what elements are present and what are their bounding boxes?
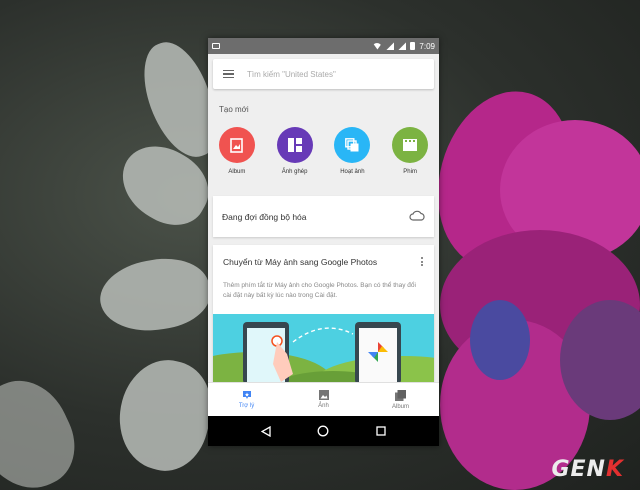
system-navigation-bar (208, 416, 439, 446)
create-label: Hoạt ảnh (340, 169, 365, 175)
status-bar: 7:09 (208, 38, 439, 54)
more-options-icon[interactable] (420, 257, 424, 266)
illustration (213, 314, 434, 382)
phone-screen: 7:09 Tạo mới Album Ảnh ghép Hoạt ảnh (208, 38, 439, 446)
create-label: Phim (403, 169, 417, 175)
nav-label: Album (391, 403, 409, 410)
notification-icon (212, 43, 220, 49)
signal-icon (398, 42, 407, 50)
create-album-button[interactable]: Album (208, 127, 266, 175)
album-stack-icon (395, 389, 406, 401)
signal-icon (386, 42, 395, 50)
home-icon[interactable] (317, 425, 329, 437)
album-icon (218, 127, 255, 163)
camera-shortcut-card[interactable]: Chuyển từ Máy ảnh sang Google Photos Thê… (213, 245, 434, 382)
leaf-shape (94, 250, 216, 340)
sync-status-card[interactable]: Đang đợi đồng bộ hóa (213, 196, 434, 237)
recents-icon[interactable] (376, 426, 386, 436)
battery-icon (410, 42, 416, 50)
clock: 7:09 (419, 41, 435, 51)
sync-status-text: Đang đợi đồng bộ hóa (222, 211, 307, 222)
movie-icon (392, 127, 429, 163)
flower-petal (470, 300, 530, 380)
create-animation-button[interactable]: Hoạt ảnh (324, 127, 382, 175)
watermark-text: GEN (551, 457, 606, 482)
wifi-icon (372, 42, 383, 50)
collage-icon (276, 127, 313, 163)
card-title: Chuyển từ Máy ảnh sang Google Photos (223, 257, 378, 267)
search-bar[interactable] (213, 59, 434, 89)
create-section-title: Tạo mới (219, 105, 249, 114)
create-movie-button[interactable]: Phim (381, 127, 439, 175)
create-collage-button[interactable]: Ảnh ghép (266, 127, 324, 175)
leaf-shape (0, 366, 90, 490)
assistant-icon (242, 391, 251, 399)
nav-photos[interactable]: Ảnh (285, 383, 362, 416)
leaf-shape (107, 350, 223, 480)
nav-label: Ảnh (318, 403, 329, 409)
genk-watermark-logo: GEN K (551, 457, 624, 482)
search-input[interactable] (247, 69, 427, 79)
card-body: Thêm phím tắt từ Máy ảnh cho Google Phot… (223, 282, 416, 299)
animation-icon (334, 127, 371, 163)
create-row: Album Ảnh ghép Hoạt ảnh Phim (208, 127, 439, 175)
menu-icon[interactable] (213, 59, 243, 89)
create-label: Album (228, 169, 246, 175)
back-icon[interactable] (261, 425, 271, 437)
nav-assistant[interactable]: Trợ lý (208, 383, 285, 416)
photo-icon (318, 390, 329, 400)
cloud-icon (409, 208, 425, 226)
nav-albums[interactable]: Album (362, 383, 439, 416)
create-label: Ảnh ghép (281, 169, 308, 175)
nav-label: Trợ lý (238, 403, 255, 409)
watermark-accent: K (605, 457, 624, 482)
bottom-navigation: Trợ lý Ảnh Album (208, 382, 439, 416)
